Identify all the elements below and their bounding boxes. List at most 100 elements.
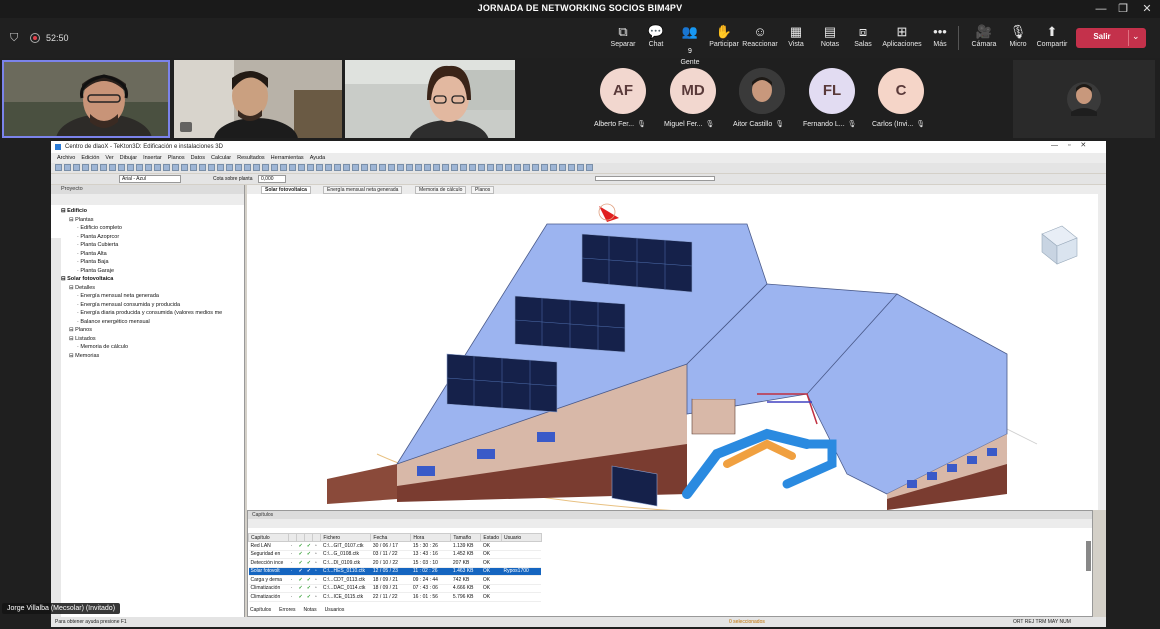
tree-item[interactable]: · Planta Cubierta xyxy=(61,241,222,250)
tool-icon[interactable] xyxy=(199,164,206,171)
tool-icon[interactable] xyxy=(190,164,197,171)
table-header[interactable]: Tamaño xyxy=(450,533,482,542)
right-tool-strip[interactable] xyxy=(1098,194,1106,510)
table-header[interactable]: Hora xyxy=(410,533,452,542)
tool-icon[interactable] xyxy=(523,164,530,171)
bottom-tab[interactable]: Capítulos xyxy=(250,607,271,613)
tool-icon[interactable] xyxy=(442,164,449,171)
video-tile-3[interactable] xyxy=(345,60,515,138)
tool-icon[interactable] xyxy=(532,164,539,171)
tool-icon[interactable] xyxy=(406,164,413,171)
tree-item[interactable]: ⊟ Listados xyxy=(61,335,222,344)
bottom-tab[interactable]: Errores xyxy=(279,607,295,613)
video-tile-2[interactable] xyxy=(174,60,342,138)
tool-icon[interactable] xyxy=(505,164,512,171)
participant-avatar[interactable] xyxy=(739,68,785,114)
table-header[interactable] xyxy=(312,533,322,542)
tool-icon[interactable] xyxy=(271,164,278,171)
tool-icon[interactable] xyxy=(91,164,98,171)
menu-item[interactable]: Calcular xyxy=(211,155,231,161)
table-row[interactable]: Seguridad en · ✓ ✓ ▫ C:\...G_0108.ctk 03 / 11 … xyxy=(248,550,542,559)
tool-icon[interactable] xyxy=(82,164,89,171)
table-header[interactable]: Capítulo xyxy=(248,533,289,542)
tool-icon[interactable] xyxy=(334,164,341,171)
menu-item[interactable]: Dibujar xyxy=(120,155,137,161)
tool-icon[interactable] xyxy=(496,164,503,171)
toolbar-button-8[interactable]: ⊞ Aplicaciones xyxy=(882,24,922,50)
table-row[interactable]: Red LAN · ✓ ✓ ▫ C:\...GIT_0107.ctk 30 / 06 / 1… xyxy=(248,541,542,551)
tool-icon[interactable] xyxy=(577,164,584,171)
participant-avatar[interactable]: FL xyxy=(809,68,855,114)
tree-item[interactable]: · Memoria de cálculo xyxy=(61,343,222,352)
minimize-icon[interactable]: — xyxy=(1090,2,1112,16)
tool-icon[interactable] xyxy=(136,164,143,171)
maximize-icon[interactable]: ❐ xyxy=(1112,2,1134,16)
tool-icon[interactable] xyxy=(244,164,251,171)
tool-icon[interactable] xyxy=(217,164,224,171)
table-row[interactable]: Carga y dema · ✓ ✓ ▫ C:\...CDT_0113.ctk 18 / 0… xyxy=(248,575,542,585)
tool-icon[interactable] xyxy=(460,164,467,171)
view-tab[interactable]: Energía mensual neta generada xyxy=(323,186,403,194)
tool-icon[interactable] xyxy=(235,164,242,171)
tree-item[interactable]: ⊟ Edificio xyxy=(61,207,222,216)
view-tab[interactable]: Solar fotovoltaica xyxy=(261,186,311,194)
tool-icon[interactable] xyxy=(559,164,566,171)
building-model[interactable] xyxy=(247,194,1106,510)
tool-icon[interactable] xyxy=(64,164,71,171)
tool-icon[interactable] xyxy=(325,164,332,171)
menu-item[interactable]: Herramientas xyxy=(271,155,304,161)
toolbar-button-9[interactable]: ••• Más xyxy=(920,24,960,50)
tree-item[interactable]: · Planta Azoprcor xyxy=(61,233,222,242)
tool-icon[interactable] xyxy=(55,164,62,171)
tool-icon[interactable] xyxy=(586,164,593,171)
tree-item[interactable]: · Planta Baja xyxy=(61,258,222,267)
tree-item[interactable]: · Energía mensual consumida y producida xyxy=(61,301,222,310)
tool-icon[interactable] xyxy=(451,164,458,171)
view-tab[interactable]: Memoria de cálculo xyxy=(415,186,467,194)
close-icon[interactable]: ✕ xyxy=(1136,2,1158,16)
leave-button[interactable]: Salir ⌄ xyxy=(1076,28,1146,48)
tool-icon[interactable] xyxy=(262,164,269,171)
toolbar-button-12[interactable]: ⬆ Compartir xyxy=(1032,24,1072,50)
toolbar-button-3[interactable]: ✋ Participar xyxy=(704,24,744,50)
tree-item[interactable]: ⊟ Plantas xyxy=(61,216,222,225)
menu-item[interactable]: Resultados xyxy=(237,155,265,161)
table-scrollbar[interactable] xyxy=(1086,541,1091,571)
tree-item[interactable]: ⊟ Planos xyxy=(61,326,222,335)
table-header[interactable]: Estado xyxy=(480,533,502,542)
tool-icon[interactable] xyxy=(181,164,188,171)
tool-icon[interactable] xyxy=(73,164,80,171)
tool-icon[interactable] xyxy=(145,164,152,171)
tree-item[interactable]: · Planta Alta xyxy=(61,250,222,259)
tree-item[interactable]: · Energía mensual neta generada xyxy=(61,292,222,301)
app-window-controls[interactable]: — ▫ ✕ xyxy=(1051,141,1101,149)
table-header[interactable] xyxy=(295,533,306,542)
tool-icon[interactable] xyxy=(307,164,314,171)
toolbar-button-4[interactable]: ☺ Reaccionar xyxy=(740,24,780,50)
tool-icon[interactable] xyxy=(280,164,287,171)
tool-icon[interactable] xyxy=(550,164,557,171)
tool-icon[interactable] xyxy=(127,164,134,171)
tree-item[interactable]: · Energía diaria producida y consumida (… xyxy=(61,309,222,318)
tool-icon[interactable] xyxy=(478,164,485,171)
toolbar-button-7[interactable]: ⧈ Salas xyxy=(843,24,883,50)
tree-item[interactable]: · Edificio completo xyxy=(61,224,222,233)
tool-icon[interactable] xyxy=(253,164,260,171)
tool-icon[interactable] xyxy=(487,164,494,171)
table-row[interactable]: Detección ince · ✓ ✓ ▫ C:\...DI_0109.ctk 20 / … xyxy=(248,558,542,568)
tool-icon[interactable] xyxy=(388,164,395,171)
tool-icon[interactable] xyxy=(361,164,368,171)
table-header[interactable] xyxy=(288,533,297,542)
tool-icon[interactable] xyxy=(415,164,422,171)
tool-icon[interactable] xyxy=(433,164,440,171)
tool-icon[interactable] xyxy=(154,164,161,171)
video-tile-1[interactable] xyxy=(2,60,170,138)
tool-icon[interactable] xyxy=(208,164,215,171)
bottom-tab[interactable]: Notas xyxy=(304,607,317,613)
bottom-tab[interactable]: Usuarios xyxy=(325,607,345,613)
tool-icon[interactable] xyxy=(343,164,350,171)
participant-avatar[interactable]: MD xyxy=(670,68,716,114)
chevron-down-icon[interactable]: ⌄ xyxy=(1132,31,1140,42)
left-tool-strip[interactable] xyxy=(51,238,61,627)
tool-icon[interactable] xyxy=(100,164,107,171)
